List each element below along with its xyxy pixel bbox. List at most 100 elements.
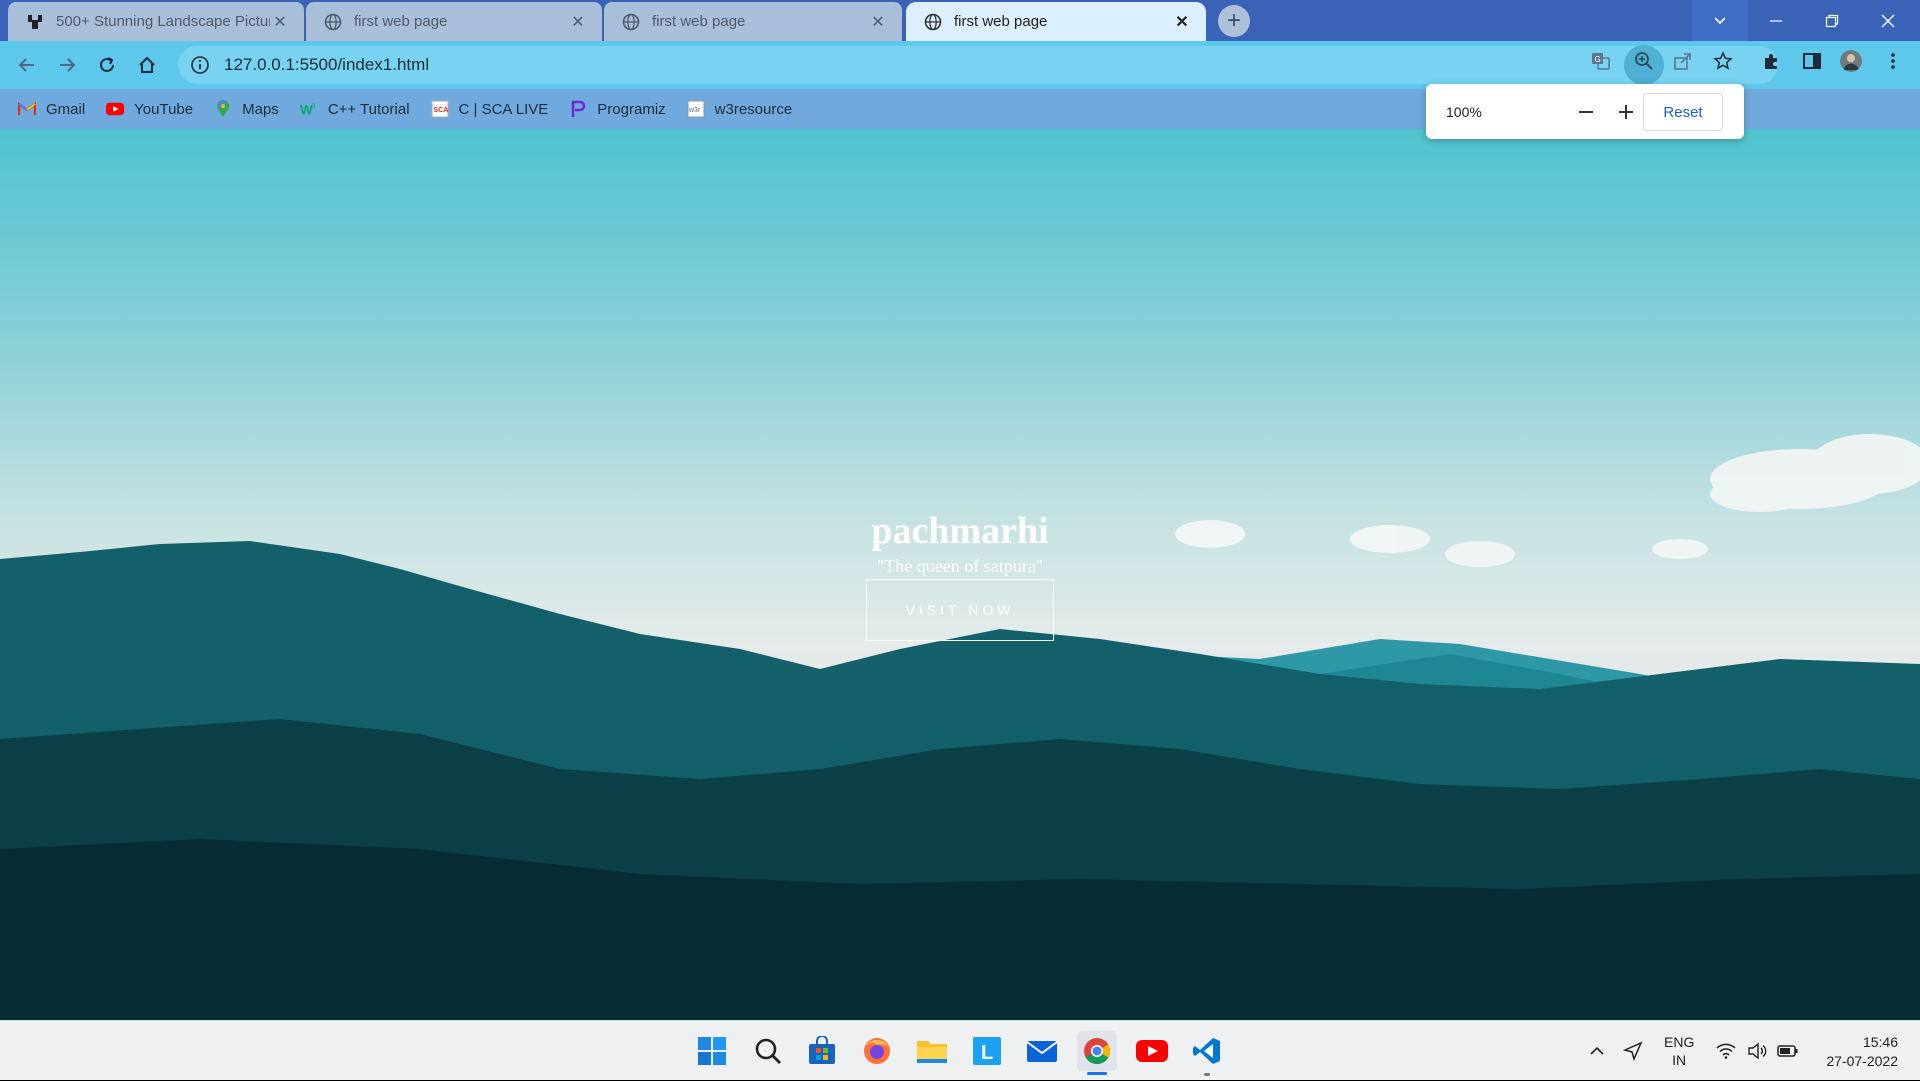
globe-icon: [324, 13, 342, 30]
close-window-button[interactable]: [1860, 0, 1916, 41]
chrome-active-indicator: [1087, 1072, 1107, 1075]
close-icon: [1881, 14, 1895, 27]
close-icon[interactable]: ✕: [568, 12, 588, 32]
zoom-in-button[interactable]: [1612, 98, 1640, 126]
w3-icon: W3: [300, 100, 318, 118]
w3resource-icon: w3r: [687, 100, 705, 118]
title-bar: 500+ Stunning Landscape Pictur ✕ first w…: [0, 0, 1920, 41]
plus-icon: [1619, 105, 1633, 119]
tab-title: first web page: [954, 13, 1048, 30]
restore-button[interactable]: [1804, 0, 1860, 41]
bookmark-maps[interactable]: Maps: [214, 100, 279, 118]
volume-icon[interactable]: [1747, 1021, 1767, 1081]
extensions-icon[interactable]: [1761, 50, 1783, 72]
url-text[interactable]: 127.0.0.1:5500/index1.html: [224, 55, 429, 75]
maps-icon: [214, 100, 232, 118]
bookmark-youtube[interactable]: YouTube: [106, 100, 193, 118]
visit-now-button[interactable]: VISIT NOW: [866, 579, 1054, 641]
unsplash-icon: [28, 14, 42, 29]
bookmark-label: C | SCA LIVE: [458, 100, 549, 118]
share-icon[interactable]: [1672, 50, 1694, 72]
store-icon[interactable]: [802, 1031, 842, 1071]
region-code: IN: [1672, 1052, 1687, 1068]
clock-time: 15:46: [1862, 1034, 1898, 1050]
restore-icon: [1825, 14, 1839, 27]
chevron-down-icon: [1714, 16, 1726, 24]
back-button[interactable]: [11, 49, 43, 81]
gmail-icon: [18, 100, 36, 118]
minus-icon: [1579, 111, 1593, 113]
info-icon[interactable]: [190, 55, 210, 75]
close-icon[interactable]: ✕: [270, 12, 290, 32]
youtube-app-icon[interactable]: [1132, 1031, 1172, 1071]
tab-first-web-page-1[interactable]: first web page ✕: [306, 2, 602, 41]
battery-icon[interactable]: [1777, 1021, 1799, 1081]
zoom-out-button[interactable]: [1572, 98, 1600, 126]
tab-first-web-page-2[interactable]: first web page ✕: [604, 2, 902, 41]
svg-text:SCA: SCA: [433, 107, 448, 114]
taskbar: L ENG IN 15:46 27-07-2022: [0, 1020, 1920, 1080]
show-hidden-icons-button[interactable]: [1588, 1021, 1606, 1081]
side-panel-icon[interactable]: [1801, 50, 1823, 72]
svg-text:w3r: w3r: [688, 107, 701, 114]
clock-date: 27-07-2022: [1826, 1053, 1898, 1069]
tab-first-web-page-active[interactable]: first web page ✕: [906, 2, 1206, 41]
zoom-level: 100%: [1446, 103, 1482, 120]
globe-icon: [924, 13, 942, 30]
zoom-reset-button[interactable]: Reset: [1643, 93, 1723, 131]
close-icon[interactable]: ✕: [868, 12, 888, 32]
forward-button[interactable]: [51, 49, 83, 81]
location-icon[interactable]: [1623, 1021, 1643, 1081]
tab-landscape[interactable]: 500+ Stunning Landscape Pictur ✕: [8, 2, 304, 41]
language-indicator[interactable]: ENG IN: [1664, 1033, 1694, 1069]
globe-icon: [622, 13, 640, 30]
hero-title: pachmarhi: [871, 510, 1049, 552]
zoom-popup: 100% Reset: [1426, 84, 1744, 139]
sca-icon: SCA: [431, 100, 449, 118]
reload-button[interactable]: [91, 49, 123, 81]
home-button[interactable]: [131, 49, 163, 81]
minimize-button[interactable]: [1748, 0, 1804, 41]
youtube-icon: [106, 100, 125, 118]
menu-icon[interactable]: [1882, 50, 1904, 72]
bookmark-label: Programiz: [597, 100, 666, 118]
wifi-icon[interactable]: [1716, 1021, 1736, 1081]
mail-icon[interactable]: [1022, 1031, 1062, 1071]
language-code: ENG: [1664, 1034, 1695, 1050]
bookmark-label: YouTube: [134, 100, 194, 118]
bookmark-label: C++ Tutorial: [327, 100, 410, 118]
clock[interactable]: 15:46 27-07-2022: [1826, 1033, 1898, 1071]
home-icon: [139, 56, 155, 73]
chrome-icon[interactable]: [1077, 1031, 1117, 1071]
svg-text:3: 3: [312, 103, 316, 110]
bookmark-gmail[interactable]: Gmail: [18, 100, 85, 118]
start-icon[interactable]: [692, 1031, 732, 1071]
tab-title: 500+ Stunning Landscape Pictur: [56, 13, 270, 30]
bookmark-sca-live[interactable]: SCA C | SCA LIVE: [431, 100, 549, 118]
svg-text:L: L: [981, 1042, 993, 1064]
bookmark-star-icon[interactable]: [1712, 50, 1734, 72]
bookmark-cpp-tutorial[interactable]: W3 C++ Tutorial: [300, 100, 410, 118]
vscode-icon[interactable]: [1187, 1031, 1227, 1071]
search-icon[interactable]: [748, 1031, 788, 1071]
avatar[interactable]: [1840, 50, 1862, 72]
bookmark-w3resource[interactable]: w3r w3resource: [687, 100, 792, 118]
svg-text:G: G: [1595, 55, 1601, 64]
l-app-icon[interactable]: L: [967, 1031, 1007, 1071]
file-explorer-icon[interactable]: [912, 1031, 952, 1071]
new-tab-button[interactable]: +: [1218, 5, 1250, 37]
bookmark-programiz[interactable]: Programiz: [569, 100, 666, 118]
firefox-icon[interactable]: [857, 1031, 897, 1071]
vscode-running-indicator: [1204, 1073, 1210, 1076]
zoom-icon[interactable]: [1633, 50, 1655, 72]
minimize-icon: [1770, 19, 1782, 22]
tab-search-button[interactable]: [1692, 0, 1748, 41]
chevron-up-icon: [1590, 1046, 1604, 1055]
close-icon[interactable]: ✕: [1172, 12, 1192, 32]
web-page-content: pachmarhi "The queen of satpura" VISIT N…: [0, 129, 1920, 1020]
arrow-right-icon: [60, 58, 76, 72]
tab-title: first web page: [652, 13, 746, 30]
address-bar[interactable]: 127.0.0.1:5500/index1.html: [178, 46, 1778, 84]
translate-icon[interactable]: G: [1590, 50, 1612, 72]
reload-icon: [100, 57, 114, 72]
